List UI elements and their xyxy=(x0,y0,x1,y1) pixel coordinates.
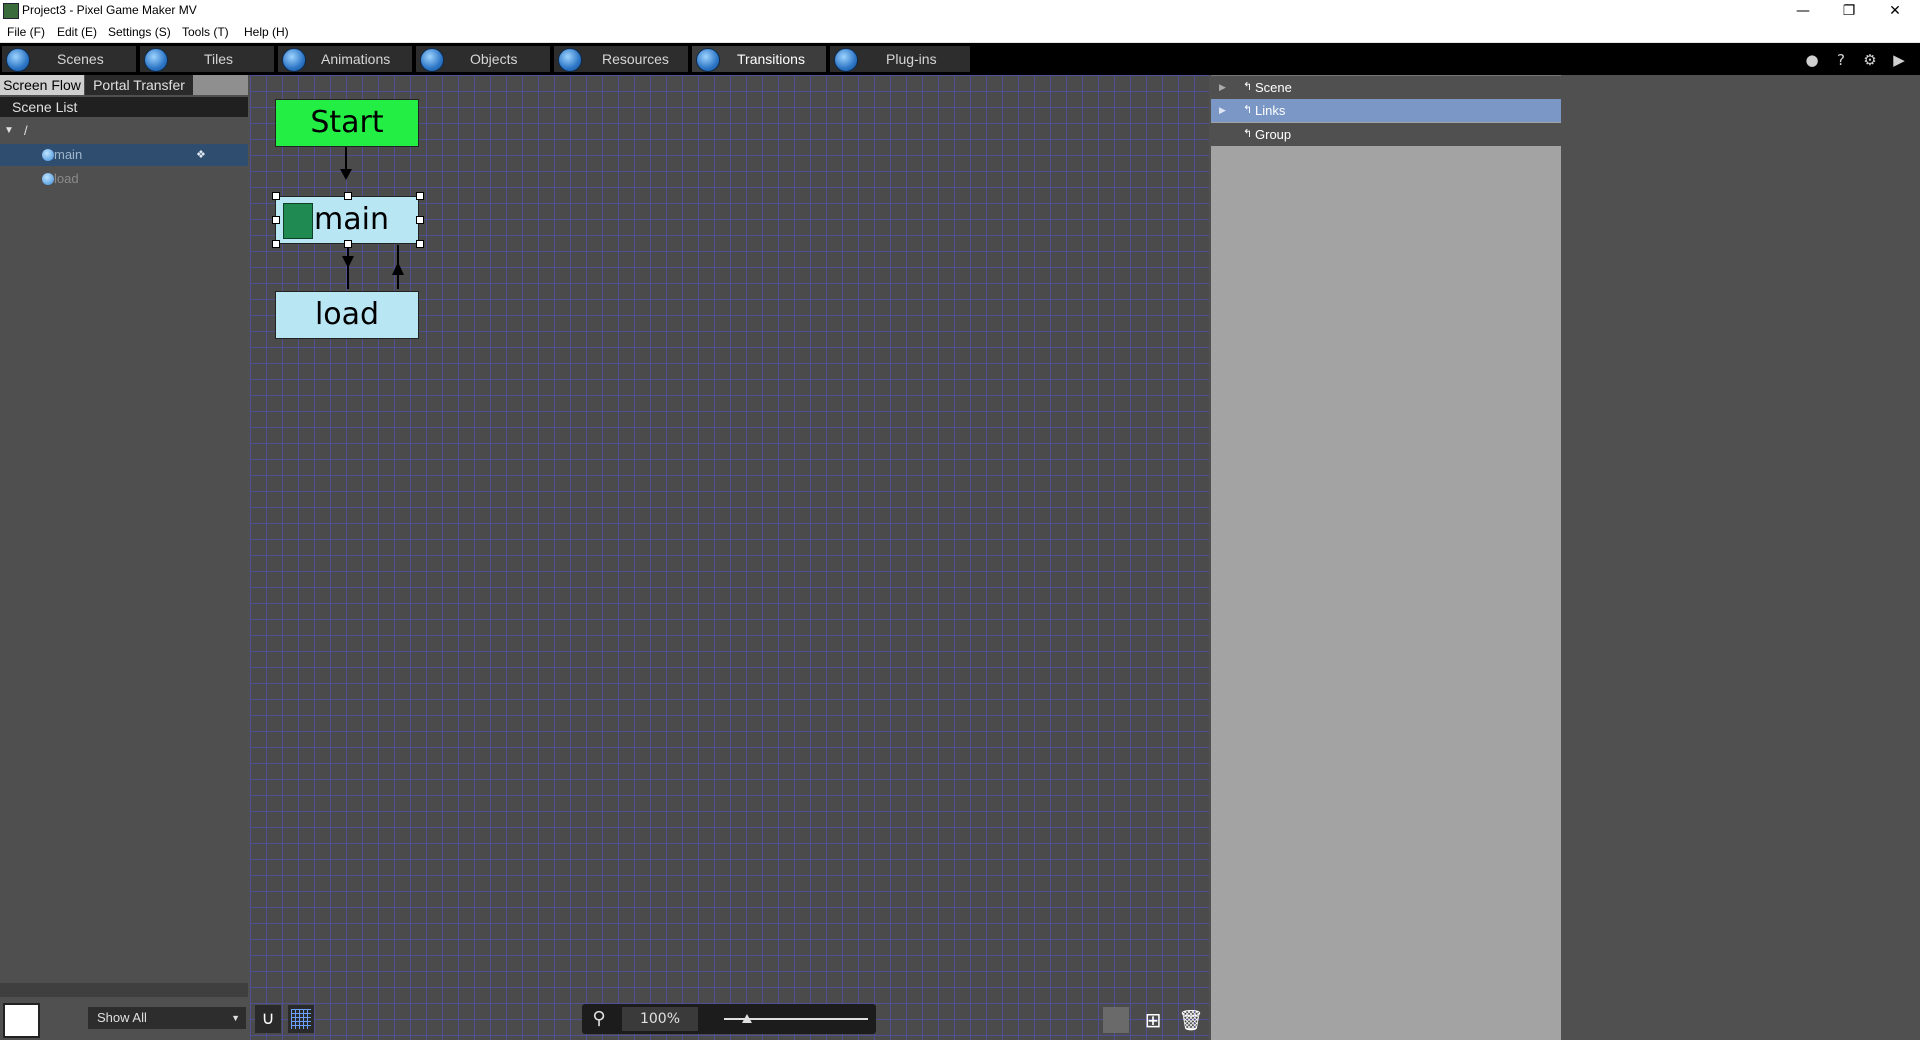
tab-tiles[interactable]: Tiles xyxy=(140,46,274,72)
preview-icon[interactable]: ● xyxy=(1803,51,1821,69)
left-panel: Screen Flow Portal Transfer Scene List ▼… xyxy=(0,75,248,1040)
animations-icon xyxy=(282,48,306,72)
new-scene-button[interactable] xyxy=(3,1003,40,1038)
tiles-icon xyxy=(144,48,168,72)
node-label: main xyxy=(314,202,389,237)
menu-settings[interactable]: Settings (S) xyxy=(108,25,171,39)
zoom-control: ⚲ 100% xyxy=(582,1004,876,1034)
resize-handle[interactable] xyxy=(416,216,424,224)
tab-label: Plug-ins xyxy=(886,51,937,67)
scene-icon xyxy=(42,173,54,185)
chevron-right-icon: ▶ xyxy=(1219,82,1226,92)
title-bar: Project3 - Pixel Game Maker MV — ❐ ✕ xyxy=(0,0,1920,22)
subtab-filler xyxy=(193,75,248,95)
scene-node-load[interactable]: load xyxy=(275,291,419,339)
tab-label: Tiles xyxy=(204,51,234,67)
zoom-value: 100% xyxy=(639,1011,681,1027)
zoom-magnifier-icon[interactable]: ⚲ xyxy=(588,1008,610,1030)
tree-root[interactable]: ▼ / xyxy=(0,120,248,142)
window-title: Project3 - Pixel Game Maker MV xyxy=(22,3,197,17)
grid-toggle-icon[interactable] xyxy=(288,1005,314,1033)
resize-handle[interactable] xyxy=(416,192,424,200)
restore-icon[interactable]: ❐ xyxy=(1826,0,1872,22)
menu-file[interactable]: File (F) xyxy=(7,25,45,39)
root-label: / xyxy=(24,123,28,138)
menu-help[interactable]: Help (H) xyxy=(244,25,289,39)
section-label: Scene xyxy=(1255,80,1292,95)
node-label: load xyxy=(314,297,380,332)
tab-label: Scenes xyxy=(57,51,104,67)
objects-icon xyxy=(420,48,444,72)
menu-bar: File (F) Edit (E) Settings (S) Tools (T)… xyxy=(0,22,1920,43)
scene-thumbnail xyxy=(283,203,313,239)
show-filter-select[interactable]: Show All ▼ xyxy=(88,1007,246,1029)
horizontal-scrollbar[interactable] xyxy=(0,983,248,997)
resources-icon xyxy=(558,48,582,72)
zoom-input[interactable]: 100% xyxy=(622,1007,698,1031)
zoom-slider-thumb[interactable] xyxy=(742,1014,752,1023)
tab-objects[interactable]: Objects xyxy=(416,46,550,72)
section-scene[interactable]: ▶ ↰ Scene xyxy=(1211,75,1561,99)
scene-node-main[interactable]: main xyxy=(275,196,419,244)
scene-list-header: Scene List xyxy=(0,97,248,117)
resize-handle[interactable] xyxy=(344,240,352,248)
scene-icon xyxy=(42,149,54,161)
tab-plugins[interactable]: Plug-ins xyxy=(830,46,970,72)
scene-list-item-load[interactable]: load xyxy=(0,168,248,190)
chevron-down-icon: ▼ xyxy=(231,1013,240,1023)
transition-canvas[interactable]: Start main load xyxy=(250,75,1209,1040)
add-folder-icon[interactable]: ⊞ xyxy=(1140,1007,1166,1033)
tab-animations[interactable]: Animations xyxy=(278,46,412,72)
trash-icon[interactable]: 🗑 xyxy=(1178,1007,1204,1033)
tab-screen-flow[interactable]: Screen Flow xyxy=(0,75,84,95)
resize-handle[interactable] xyxy=(416,240,424,248)
tab-label: Transitions xyxy=(737,51,805,67)
tab-portal-transfer[interactable]: Portal Transfer xyxy=(85,75,193,95)
scene-label: load xyxy=(54,171,79,186)
scene-label: main xyxy=(54,147,83,162)
app-icon xyxy=(3,3,19,19)
help-icon[interactable]: ? xyxy=(1832,51,1850,69)
section-label: Group xyxy=(1255,127,1292,142)
tab-label: Resources xyxy=(602,51,669,67)
section-links[interactable]: ▶ ↰ Links xyxy=(1211,99,1561,122)
resize-handle[interactable] xyxy=(344,192,352,200)
plugins-icon xyxy=(834,48,858,72)
chevron-right-icon: ▶ xyxy=(1219,105,1226,115)
node-label: Start xyxy=(310,105,384,140)
filter-value: Show All xyxy=(97,1010,147,1025)
canvas-toolbar: ∪ ⚲ 100% ⊞ 🗑 xyxy=(250,999,1209,1040)
scene-list-title: Scene List xyxy=(12,99,78,115)
resize-handle[interactable] xyxy=(272,216,280,224)
main-tab-bar: Scenes Tiles Animations Objects Resource… xyxy=(0,43,1920,75)
pin-icon: ↰ xyxy=(1243,128,1253,140)
menu-edit[interactable]: Edit (E) xyxy=(57,25,97,39)
play-icon[interactable]: ▶ xyxy=(1890,51,1908,69)
section-group[interactable]: ↰ Group xyxy=(1211,123,1561,146)
minimize-icon[interactable]: — xyxy=(1780,0,1826,22)
expand-arrow-icon[interactable]: ▼ xyxy=(4,120,14,142)
list-view-icon[interactable] xyxy=(1103,1007,1129,1033)
scene-list-item-main[interactable]: main ❖ xyxy=(0,144,248,166)
start-node[interactable]: Start xyxy=(275,99,419,147)
scenes-icon xyxy=(6,48,30,72)
pin-icon: ↰ xyxy=(1243,81,1253,93)
settings-gear-icon[interactable]: ⚙ xyxy=(1861,51,1879,69)
menu-tools[interactable]: Tools (T) xyxy=(182,25,229,39)
tab-label: Animations xyxy=(321,51,391,67)
close-icon[interactable]: ✕ xyxy=(1872,0,1918,22)
tab-scenes[interactable]: Scenes xyxy=(2,46,136,72)
tab-transitions[interactable]: Transitions xyxy=(692,46,826,72)
properties-panel: ▶ ↰ Scene ▶ ↰ Links ↰ Group xyxy=(1211,75,1561,1040)
tab-label: Objects xyxy=(470,51,518,67)
resize-handle[interactable] xyxy=(272,240,280,248)
pin-icon: ↰ xyxy=(1243,104,1253,116)
tab-resources[interactable]: Resources xyxy=(554,46,688,72)
section-label: Links xyxy=(1255,103,1286,118)
left-bottom-toolbar: Show All ▼ xyxy=(0,999,248,1040)
magnet-snap-icon[interactable]: ∪ xyxy=(255,1005,281,1033)
resize-handle[interactable] xyxy=(272,192,280,200)
transitions-icon xyxy=(696,48,720,72)
start-scene-flag-icon: ❖ xyxy=(196,149,206,161)
